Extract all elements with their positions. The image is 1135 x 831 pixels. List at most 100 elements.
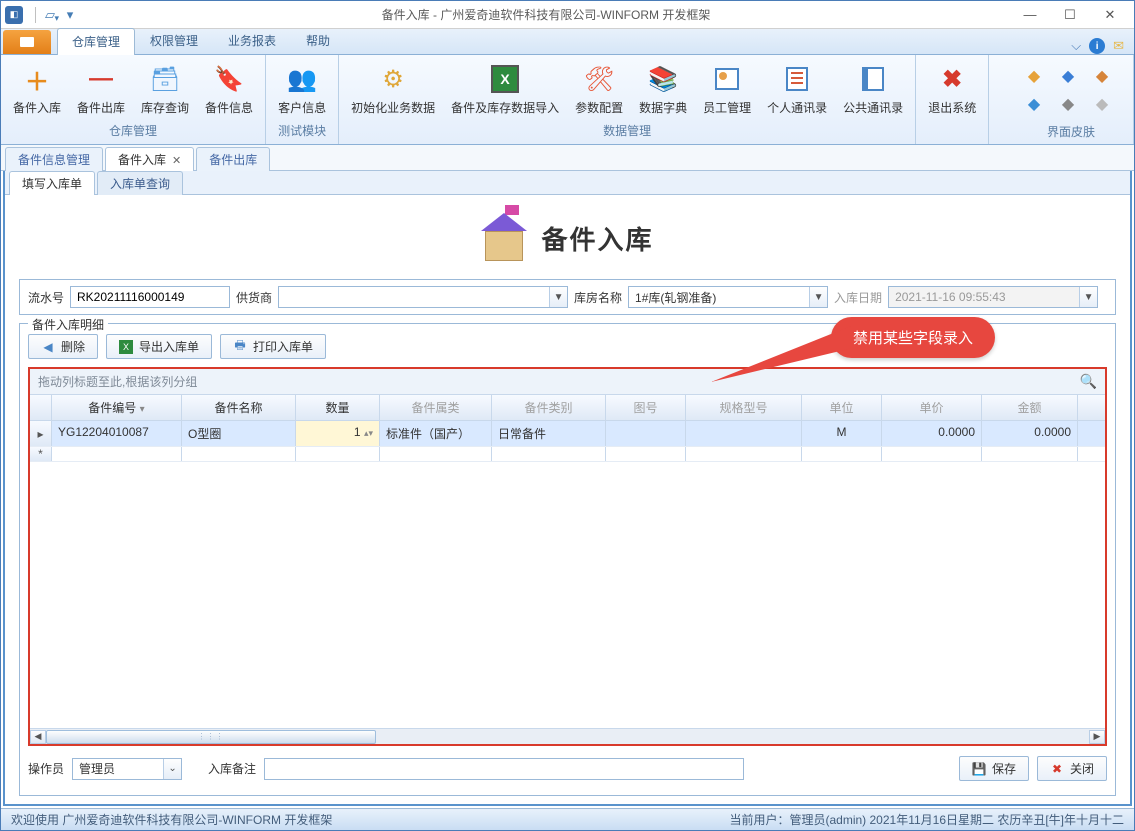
ribbon-tab-permission[interactable]: 权限管理 [135, 27, 213, 54]
btn-stock-out[interactable]: —备件出库 [71, 59, 131, 120]
btn-data-dict[interactable]: 📚数据字典 [633, 59, 693, 120]
qat-dropdown-icon[interactable]: ▾ [62, 7, 78, 23]
search-icon[interactable]: 🔍 [1080, 373, 1097, 390]
delete-button[interactable]: ◀删除 [28, 334, 98, 359]
grid-body[interactable]: ▸ YG12204010087 O型圈 1 ▴▾ 标准件（国产） 日常备件 M … [30, 421, 1105, 728]
sub-tabs: 填写入库单 入库单查询 [5, 171, 1130, 195]
close-icon: ✖ [1050, 762, 1064, 776]
col-category[interactable]: 备件类别 [492, 395, 606, 420]
btn-part-info[interactable]: 🔖备件信息 [199, 59, 259, 120]
ribbon-collapse-icon[interactable]: ⌵ [1071, 38, 1081, 54]
col-class[interactable]: 备件属类 [380, 395, 492, 420]
btn-staff[interactable]: 员工管理 [697, 59, 757, 120]
status-left: 欢迎使用 广州爱奇迪软件科技有限公司-WINFORM 开发框架 [11, 811, 332, 828]
skin-2[interactable]: ◆ [1057, 65, 1079, 87]
skin-4[interactable]: ◆ [1023, 93, 1045, 115]
ribbon-body: ＋备件入库 —备件出库 🗃库存查询 🔖备件信息 仓库管理 👥客户信息 测试模块 … [1, 55, 1134, 145]
window-title: 备件入库 - 广州爱奇迪软件科技有限公司-WINFORM 开发框架 [82, 6, 1010, 23]
remark-input[interactable] [264, 758, 744, 780]
save-icon: 💾 [972, 762, 986, 776]
skin-1[interactable]: ◆ [1023, 65, 1045, 87]
ribbon-tab-help[interactable]: 帮助 [291, 27, 345, 54]
chevron-down-icon[interactable]: ▼ [549, 287, 567, 307]
ribbon-group-test: 👥客户信息 测试模块 [266, 55, 339, 144]
doc-tab-stock-out[interactable]: 备件出库 [196, 147, 270, 171]
col-name[interactable]: 备件名称 [182, 395, 296, 420]
export-button[interactable]: X导出入库单 [106, 334, 212, 359]
col-spec[interactable]: 规格型号 [686, 395, 802, 420]
group-legend: 备件入库明细 [28, 316, 108, 333]
ribbon-group-exit: ✖退出系统 [916, 55, 989, 144]
btn-customer-info[interactable]: 👥客户信息 [272, 59, 332, 120]
grid-group-header[interactable]: 拖动列标题至此,根据该列分组 🔍 [30, 369, 1105, 395]
remark-label: 入库备注 [208, 760, 256, 777]
bottom-row: 操作员 管理员⌄ 入库备注 💾保存 ✖关闭 [28, 746, 1107, 787]
ribbon-tab-report[interactable]: 业务报表 [213, 27, 291, 54]
doc-tab-stock-in[interactable]: 备件入库✕ [105, 147, 194, 171]
table-row[interactable]: ▸ YG12204010087 O型圈 1 ▴▾ 标准件（国产） 日常备件 M … [30, 421, 1105, 447]
row-indicator: ▸ [30, 421, 52, 446]
ribbon-tab-warehouse[interactable]: 仓库管理 [57, 28, 135, 55]
btn-param-config[interactable]: 🛠参数配置 [569, 59, 629, 120]
btn-personal-contacts[interactable]: 个人通讯录 [761, 59, 833, 120]
skin-3[interactable]: ◆ [1091, 65, 1113, 87]
date-combo: 2021-11-16 09:55:43▼ [888, 286, 1098, 308]
document-tabs: 备件信息管理 备件入库✕ 备件出库 [1, 145, 1134, 171]
detail-group: 备件入库明细 ◀删除 X导出入库单 🖶打印入库单 禁用某些字段录入 拖动列标题至… [19, 323, 1116, 796]
save-button[interactable]: 💾保存 [959, 756, 1029, 781]
btn-init-data[interactable]: ⚙初始化业务数据 [345, 59, 441, 120]
col-amount[interactable]: 金额 [982, 395, 1078, 420]
sub-tab-query[interactable]: 入库单查询 [97, 171, 183, 195]
operator-combo[interactable]: 管理员⌄ [72, 758, 182, 780]
col-unit[interactable]: 单位 [802, 395, 882, 420]
qty-cell-editing[interactable]: 1 ▴▾ [296, 421, 380, 446]
print-button[interactable]: 🖶打印入库单 [220, 334, 326, 359]
sub-tab-fill[interactable]: 填写入库单 [9, 171, 95, 195]
table-row-new[interactable]: * [30, 447, 1105, 462]
supplier-combo[interactable]: ▼ [278, 286, 568, 308]
export-icon: X [119, 340, 133, 354]
help-icon[interactable]: i [1089, 38, 1105, 54]
ribbon-group-data-label: 数据管理 [345, 120, 909, 141]
close-form-button[interactable]: ✖关闭 [1037, 756, 1107, 781]
btn-public-contacts[interactable]: 公共通讯录 [837, 59, 909, 120]
col-price[interactable]: 单价 [882, 395, 982, 420]
grid-header: 备件编号 ▾ 备件名称 数量 备件属类 备件类别 图号 规格型号 单位 单价 金… [30, 395, 1105, 421]
main-window: ◧ ▱▾ ▾ 备件入库 - 广州爱奇迪软件科技有限公司-WINFORM 开发框架… [0, 0, 1135, 831]
app-icon: ◧ [5, 6, 23, 24]
ribbon-file-button[interactable] [3, 30, 51, 54]
doc-tab-part-info[interactable]: 备件信息管理 [5, 147, 103, 171]
warehouse-combo[interactable]: 1#库(轧钢准备)▼ [628, 286, 828, 308]
mail-icon[interactable]: ✉ [1113, 38, 1124, 54]
new-row-indicator: * [30, 447, 52, 461]
titlebar: ◧ ▱▾ ▾ 备件入库 - 广州爱奇迪软件科技有限公司-WINFORM 开发框架… [1, 1, 1134, 29]
ribbon-group-warehouse: ＋备件入库 —备件出库 🗃库存查询 🔖备件信息 仓库管理 [1, 55, 266, 144]
workspace: 填写入库单 入库单查询 备件入库 流水号 供货商 ▼ 库房名称 1#库(轧钢准备… [3, 171, 1132, 806]
btn-import-data[interactable]: X备件及库存数据导入 [445, 59, 565, 120]
chevron-down-icon: ▼ [1079, 287, 1097, 307]
maximize-button[interactable]: ☐ [1050, 3, 1090, 27]
horizontal-scrollbar[interactable]: ◀ ⋮⋮⋮ ▶ [30, 728, 1105, 744]
operator-label: 操作员 [28, 760, 64, 777]
date-label: 入库日期 [834, 289, 882, 306]
btn-exit[interactable]: ✖退出系统 [922, 59, 982, 120]
chevron-down-icon[interactable]: ▼ [809, 287, 827, 307]
scroll-track[interactable]: ⋮⋮⋮ [46, 730, 1089, 744]
qat-windows-icon[interactable]: ▱▾ [42, 7, 58, 23]
chevron-down-icon[interactable]: ⌄ [163, 759, 181, 779]
statusbar: 欢迎使用 广州爱奇迪软件科技有限公司-WINFORM 开发框架 当前用户：管理员… [1, 808, 1134, 830]
col-drawing[interactable]: 图号 [606, 395, 686, 420]
btn-stock-query[interactable]: 🗃库存查询 [135, 59, 195, 120]
minimize-button[interactable]: — [1010, 3, 1050, 27]
scroll-thumb[interactable]: ⋮⋮⋮ [46, 730, 376, 744]
skin-6[interactable]: ◆ [1091, 93, 1113, 115]
col-qty[interactable]: 数量 [296, 395, 380, 420]
scroll-left-icon[interactable]: ◀ [30, 730, 46, 744]
skin-5[interactable]: ◆ [1057, 93, 1079, 115]
serial-input[interactable] [70, 286, 230, 308]
scroll-right-icon[interactable]: ▶ [1089, 730, 1105, 744]
doc-tab-close-icon[interactable]: ✕ [172, 155, 181, 167]
close-button[interactable]: ✕ [1090, 3, 1130, 27]
col-code[interactable]: 备件编号 ▾ [52, 395, 182, 420]
btn-stock-in[interactable]: ＋备件入库 [7, 59, 67, 120]
